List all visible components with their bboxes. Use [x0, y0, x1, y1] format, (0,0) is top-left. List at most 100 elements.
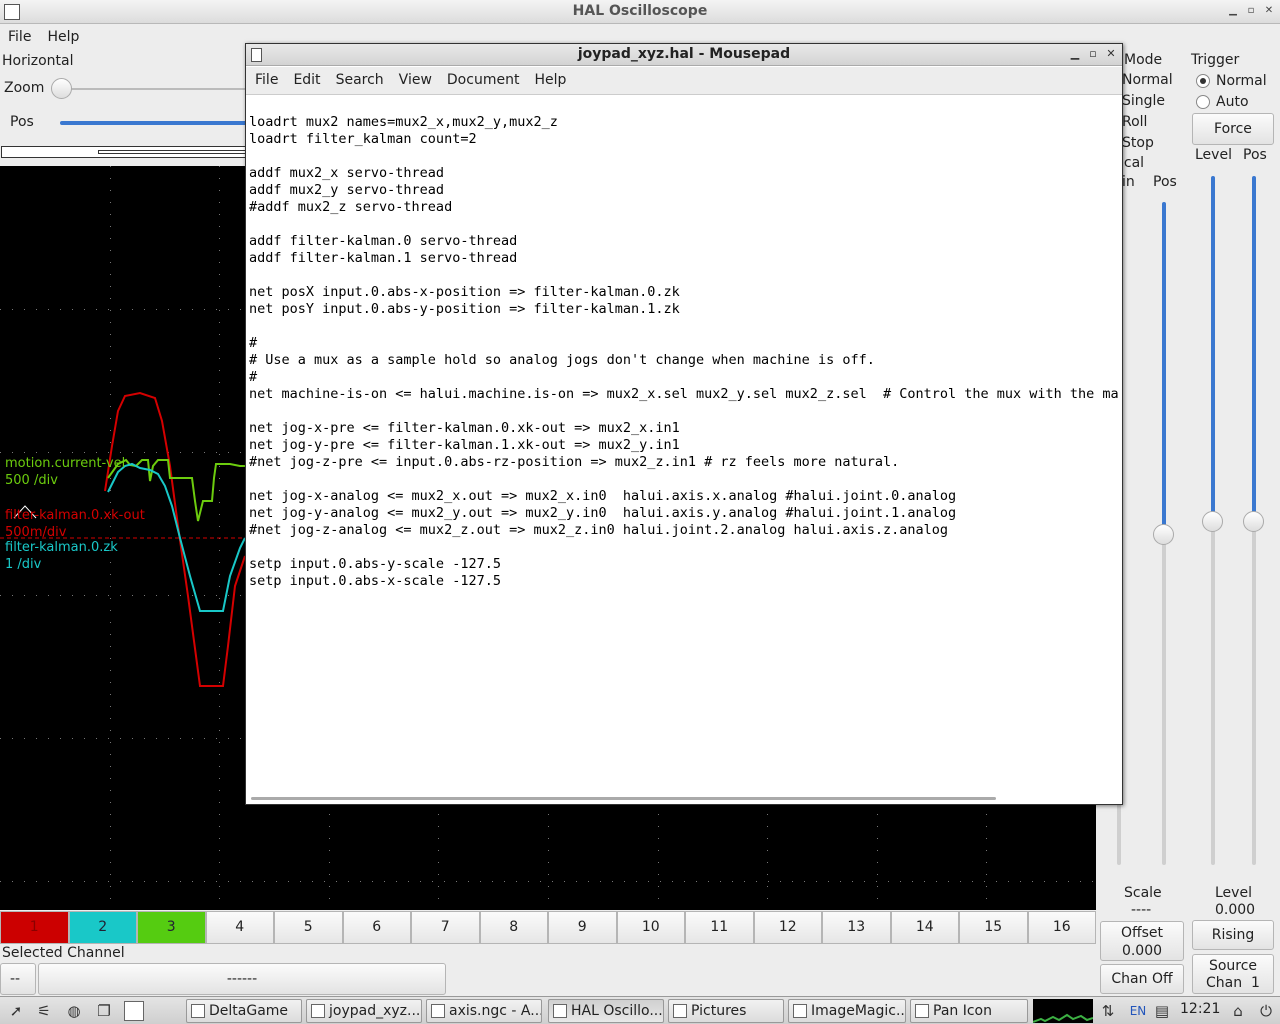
- trigger-normal-radio[interactable]: Normal: [1196, 73, 1267, 89]
- close-button[interactable]: ✕: [1262, 4, 1276, 18]
- grid-dot: [168, 309, 169, 310]
- grid-dot: [156, 881, 157, 882]
- maximize-button[interactable]: ▫: [1244, 4, 1258, 18]
- browser-globe-icon[interactable]: ◍: [64, 1001, 84, 1021]
- start-menu-icon[interactable]: ➚: [6, 1001, 26, 1021]
- mousepad-close-button[interactable]: ✕: [1104, 47, 1118, 61]
- mp-menu-search[interactable]: Search: [327, 67, 390, 88]
- channel-button-5[interactable]: 5: [274, 911, 343, 944]
- mp-menu-help[interactable]: Help: [525, 67, 572, 88]
- mode-roll[interactable]: Roll: [1122, 114, 1147, 130]
- mousepad-minimize-button[interactable]: ▁: [1068, 47, 1082, 61]
- pos-slider[interactable]: [60, 121, 250, 125]
- selected-channel-button[interactable]: --: [0, 963, 36, 995]
- cpu-graph-plot: [1032, 1013, 1094, 1023]
- grid-dot: [548, 898, 549, 899]
- channel-button-16[interactable]: 16: [1027, 911, 1096, 944]
- channel-button-7[interactable]: 7: [411, 911, 480, 944]
- taskbar-task[interactable]: HAL Oscillo...: [548, 999, 664, 1023]
- taskbar-task[interactable]: Pictures: [668, 999, 784, 1023]
- text-editor-area[interactable]: loadrt mux2 names=mux2_x,mux2_y,mux2_z lo…: [249, 114, 1118, 794]
- mode-single[interactable]: Single: [1122, 93, 1165, 109]
- channel-button-13[interactable]: 13: [822, 911, 891, 944]
- channel-button-12[interactable]: 12: [753, 911, 822, 944]
- channel-button-9[interactable]: 9: [548, 911, 617, 944]
- horizontal-scrollbar[interactable]: [251, 797, 996, 800]
- taskbar-task[interactable]: joypad_xyz....: [306, 999, 422, 1023]
- force-button[interactable]: Force: [1192, 113, 1274, 145]
- trigger-source-button[interactable]: Source Chan 1: [1192, 954, 1274, 994]
- channel-button-11[interactable]: 11: [685, 911, 754, 944]
- channel-button-8[interactable]: 8: [479, 911, 548, 944]
- grid-dot: [110, 778, 111, 779]
- mp-menu-file[interactable]: File: [246, 67, 284, 88]
- channel-button-14[interactable]: 14: [890, 911, 959, 944]
- terminal-icon[interactable]: ⚟: [34, 1001, 54, 1021]
- grid-dot: [219, 202, 220, 203]
- offset-label: Offset: [1120, 925, 1164, 941]
- channel-button-1[interactable]: 1: [0, 911, 69, 944]
- channel-button-3[interactable]: 3: [137, 911, 206, 944]
- power-icon[interactable]: ⏻: [1256, 1001, 1276, 1021]
- zoom-slider-handle[interactable]: [51, 78, 72, 99]
- mp-menu-document[interactable]: Document: [438, 67, 526, 88]
- grid-dot: [120, 595, 121, 596]
- grid-dot: [219, 670, 220, 671]
- grid-dot: [219, 574, 220, 575]
- grid-dot: [219, 586, 220, 587]
- menu-file[interactable]: File: [0, 26, 39, 48]
- vertical-pos-slider-track[interactable]: [1162, 534, 1166, 865]
- grid-dot: [60, 309, 61, 310]
- mode-stop[interactable]: Stop: [1122, 135, 1154, 151]
- taskbar-task[interactable]: axis.ngc - A...: [426, 999, 542, 1023]
- channel-button-6[interactable]: 6: [342, 911, 411, 944]
- clipboard-icon[interactable]: ▤: [1152, 1001, 1172, 1021]
- channel-button-15[interactable]: 15: [959, 911, 1028, 944]
- grid-dot: [24, 881, 25, 882]
- grid-dot: [110, 346, 111, 347]
- trigger-pos-slider-fill[interactable]: [1252, 176, 1256, 521]
- grid-dot: [912, 881, 913, 882]
- trigger-level-slider-fill[interactable]: [1211, 176, 1215, 521]
- network-icon[interactable]: ⇅: [1098, 1001, 1118, 1021]
- trigger-level-slider-handle[interactable]: [1202, 511, 1223, 532]
- files-icon[interactable]: ❐: [94, 1001, 114, 1021]
- menu-help[interactable]: Help: [39, 26, 87, 48]
- mode-normal[interactable]: Normal: [1122, 72, 1173, 88]
- offset-button[interactable]: Offset 0.000: [1100, 921, 1184, 961]
- grid-dot: [612, 881, 613, 882]
- grid-dot: [216, 881, 217, 882]
- trigger-auto-radio[interactable]: Auto: [1196, 94, 1249, 110]
- trigger-edge-button[interactable]: Rising: [1192, 920, 1274, 950]
- taskbar-task[interactable]: DeltaGame: [186, 999, 302, 1023]
- trigger-pos-slider-track[interactable]: [1252, 521, 1256, 865]
- grid-dot: [219, 526, 220, 527]
- vertical-pos-slider-fill[interactable]: [1162, 202, 1166, 534]
- grid-dot: [219, 310, 220, 311]
- mp-menu-edit[interactable]: Edit: [284, 67, 326, 88]
- mp-menu-view[interactable]: View: [390, 67, 438, 88]
- grid-dot: [228, 452, 229, 453]
- channel-button-4[interactable]: 4: [205, 911, 274, 944]
- logout-icon[interactable]: ⌂: [1228, 1001, 1248, 1021]
- channel-button-10[interactable]: 10: [616, 911, 685, 944]
- grid-dot: [120, 881, 121, 882]
- taskbar-task[interactable]: Pan Icon: [910, 999, 1028, 1023]
- taskbar-task[interactable]: ImageMagic...: [788, 999, 906, 1023]
- grid-dot: [408, 881, 409, 882]
- desktop-icon[interactable]: [124, 1001, 144, 1021]
- minimize-button[interactable]: ▁: [1226, 4, 1240, 18]
- trigger-level-value: 0.000: [1215, 902, 1256, 918]
- keyboard-layout[interactable]: EN: [1128, 1001, 1148, 1021]
- mousepad-maximize-button[interactable]: ▫: [1086, 47, 1100, 61]
- vertical-pos-slider-handle[interactable]: [1153, 524, 1174, 545]
- trigger-level-slider-track[interactable]: [1211, 521, 1215, 865]
- grid-dot: [110, 598, 111, 599]
- channel-button-2[interactable]: 2: [68, 911, 137, 944]
- zoom-slider-track[interactable]: [62, 88, 252, 90]
- grid-dot: [684, 881, 685, 882]
- chan-off-button[interactable]: Chan Off: [1100, 964, 1184, 994]
- grid-dot: [120, 309, 121, 310]
- selected-channel-field[interactable]: ------: [38, 963, 446, 995]
- trigger-pos-slider-handle[interactable]: [1243, 511, 1264, 532]
